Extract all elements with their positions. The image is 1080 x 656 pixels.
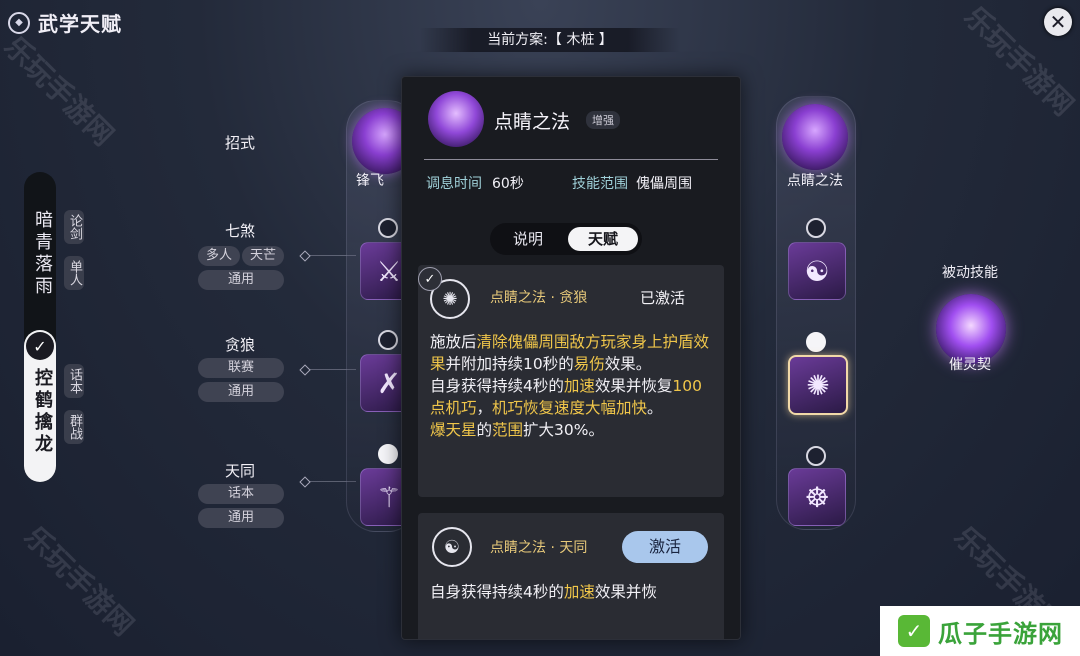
yinyang-icon: ☯	[804, 254, 830, 288]
page-title: 武学天赋	[38, 12, 122, 36]
watermark: 乐玩手游网	[17, 519, 141, 643]
text: 自身获得持续4秒的	[430, 583, 564, 601]
talent-radio-selected[interactable]	[806, 332, 826, 352]
tab-talent[interactable]: 天赋	[568, 227, 638, 251]
text: 。	[647, 399, 663, 417]
range-value: 傀儡周围	[636, 176, 692, 192]
text: 效果并恢复	[594, 377, 673, 395]
activate-button[interactable]: 激活	[622, 531, 708, 563]
page-header: ◆ 武学天赋	[8, 8, 122, 37]
skill-name-dianjing: 点睛之法	[787, 173, 843, 189]
range-label: 技能范围	[572, 176, 628, 192]
settings-diamond-icon: ◆	[8, 11, 30, 34]
talent-radio[interactable]	[378, 330, 398, 350]
tag: 多人	[198, 246, 240, 266]
talent-radio[interactable]	[806, 446, 826, 466]
row-label-qisha: 七煞	[224, 222, 255, 240]
yinyang-icon: ☯	[432, 527, 472, 567]
cooldown-row: 调息时间 60秒	[426, 173, 524, 193]
tag: 话本	[198, 484, 284, 504]
activated-check-icon: ✓	[418, 267, 442, 291]
tag: 通用	[198, 270, 284, 290]
talent-slot-tanlang[interactable]: ✺	[788, 355, 848, 415]
tag: 天芒	[242, 246, 284, 266]
passive-skill-name: 催灵契	[949, 357, 991, 373]
highlight-text: 易伤	[573, 355, 605, 373]
skill-icon	[428, 91, 484, 147]
highlight-text: 爆天星	[430, 421, 477, 439]
text: 并附加持续10秒的	[445, 355, 574, 373]
leaf-logo-icon: ✓	[898, 615, 930, 647]
school-tab-konghe[interactable]: 控鹤擒龙	[29, 368, 55, 456]
tag: 通用	[198, 382, 284, 402]
enhanced-badge: 增强	[586, 111, 620, 129]
cooldown-label: 调息时间	[426, 176, 482, 192]
talent-card-tiantong[interactable]: ☯ 点睛之法 · 天同 激活 自身获得持续4秒的加速效果并恢	[418, 513, 724, 639]
mode-tab-huaben[interactable]: 话本	[64, 364, 84, 398]
talent-slot-qisha[interactable]: ☯	[788, 242, 846, 300]
connector-icon	[299, 364, 311, 376]
skill-orb-dianjing[interactable]	[782, 104, 848, 170]
tab-description[interactable]: 说明	[496, 227, 560, 251]
compass-icon: ☸	[804, 480, 830, 514]
cooldown-value: 60秒	[492, 176, 524, 192]
connector-icon	[299, 250, 311, 262]
text: 效果。	[604, 355, 652, 373]
text: 效果并恢	[594, 583, 657, 601]
connector-icon	[299, 476, 311, 488]
sword-icon: ⚔	[376, 254, 402, 288]
watermark: 乐玩手游网	[0, 29, 121, 153]
mode-tab-qunzhan[interactable]: 群战	[64, 410, 84, 444]
skill-name: 点睛之法	[494, 111, 571, 133]
talent-title: 点睛之法 · 贪狼	[490, 290, 588, 306]
talent-radio[interactable]	[378, 218, 398, 238]
mode-tab-lunjian[interactable]: 论剑	[64, 210, 84, 244]
tag: 联赛	[198, 358, 284, 378]
brand-watermark: ✓ 瓜子手游网	[880, 606, 1080, 656]
skill-name-fengfei: 锋飞	[356, 173, 384, 189]
passive-skill-title: 被动技能	[942, 265, 998, 281]
text: ，	[476, 399, 493, 417]
highlight-text: 机巧恢复速度大幅加快	[492, 399, 648, 417]
text: 扩大30%。	[523, 421, 604, 439]
row-label-tiantong: 天同	[224, 462, 255, 480]
talent-card-tanlang[interactable]: ✺ 点睛之法 · 贪狼 已激活 施放后清除傀儡周围敌方玩家身上护盾效果并附加持续…	[418, 265, 724, 497]
talent-radio[interactable]	[806, 218, 826, 238]
school-tab-anqing[interactable]: 暗青落雨	[29, 210, 55, 298]
highlight-text: 加速	[563, 583, 595, 601]
talent-slot-tiantong[interactable]: ☸	[788, 468, 846, 526]
plan-selector[interactable]: 当前方案:【 木桩 】	[420, 28, 680, 52]
mode-tab-danren[interactable]: 单人	[64, 256, 84, 290]
text: 自身获得持续4秒的	[430, 377, 564, 395]
talent-radio-selected[interactable]	[378, 444, 398, 464]
talent-description: 施放后清除傀儡周围敌方玩家身上护盾效果并附加持续10秒的易伤效果。 自身获得持续…	[430, 331, 716, 441]
row-label-tanlang: 贪狼	[224, 336, 255, 354]
tag: 通用	[198, 508, 284, 528]
skill-detail-popup: 点睛之法 增强 调息时间 60秒 技能范围 傀儡周围 说明 天赋 ✺ 点睛之法 …	[401, 76, 741, 640]
brand-text: 瓜子手游网	[938, 619, 1063, 648]
text: 施放后	[430, 333, 477, 351]
text: 的	[476, 421, 493, 439]
cross-blade-icon: ✗	[377, 366, 401, 400]
talent-status: 已激活	[640, 289, 686, 307]
close-button[interactable]: ✕	[1044, 8, 1072, 36]
blade-icon: ⚚	[376, 480, 402, 514]
talent-title: 点睛之法 · 天同	[490, 540, 588, 556]
highlight-text: 加速	[563, 377, 595, 395]
row-header-label: 招式	[224, 134, 255, 152]
range-row: 技能范围 傀儡周围	[572, 173, 692, 193]
talent-description: 自身获得持续4秒的加速效果并恢	[430, 581, 716, 603]
check-icon: ✓	[26, 332, 54, 360]
highlight-text: 范围	[492, 421, 524, 439]
divider	[424, 159, 718, 160]
wheel-icon: ✺	[806, 368, 830, 402]
